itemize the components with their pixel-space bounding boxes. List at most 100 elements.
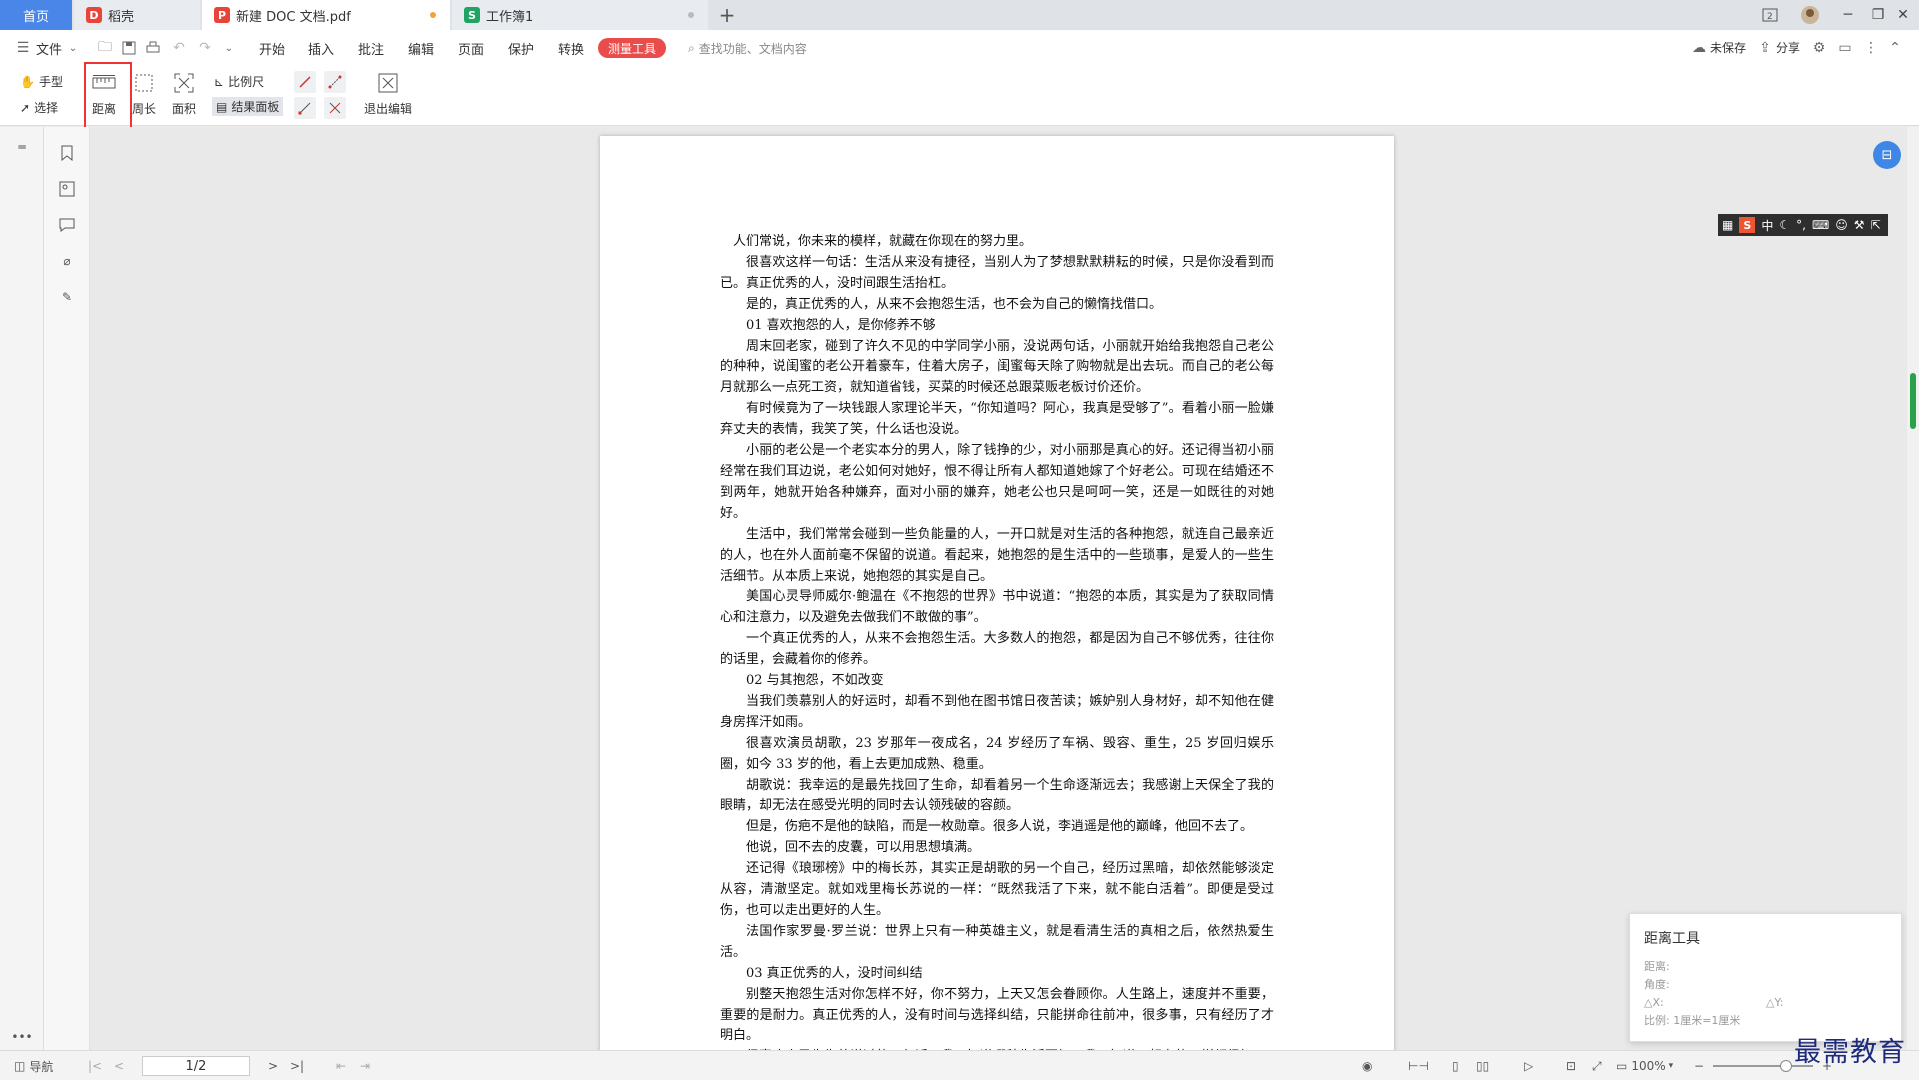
ime-grid-icon: ▦ xyxy=(1722,218,1734,232)
scrollbar-thumb[interactable] xyxy=(1910,373,1916,429)
line-tool-4[interactable] xyxy=(324,97,346,119)
thumbnail-icon[interactable] xyxy=(57,179,77,199)
doc-paragraph: 别整天抱怨生活对你怎样不好，你不努力，上天又怎会眷顾你。人生路上，速度并不重要，… xyxy=(720,986,1274,1044)
line-tool-3[interactable] xyxy=(294,97,316,119)
fit-page-icon[interactable]: ⤢ xyxy=(1592,1057,1602,1075)
sidebar-panel: ⌀ ✎ xyxy=(44,127,90,1050)
eye-icon[interactable]: ◉ xyxy=(1362,1057,1372,1075)
zoom-menu[interactable]: ▭ 100% ▾ xyxy=(1616,1057,1673,1075)
tab-pdf-document[interactable]: P 新建 DOC 文档.pdf xyxy=(202,0,450,30)
menu-page[interactable]: 页面 xyxy=(458,39,484,58)
collapse-ribbon-icon[interactable]: ⌃ xyxy=(1886,39,1904,57)
menu-insert[interactable]: 插入 xyxy=(308,39,334,58)
menu-measure-tools[interactable]: 测量工具 xyxy=(598,38,666,58)
delta-row: △X: △Y: xyxy=(1644,994,1887,1012)
chevron-down-icon[interactable]: ⌄ xyxy=(64,39,82,57)
doc-paragraph: 但是，伤疤不是他的缺陷，而是一枚勋章。很多人说，李逍遥是他的巅峰，他回不去了。 xyxy=(746,819,1254,835)
first-page-icon[interactable]: |< xyxy=(88,1057,102,1075)
menu-edit[interactable]: 编辑 xyxy=(408,39,434,58)
actual-size-icon[interactable]: ⊡ xyxy=(1566,1057,1576,1075)
comment-icon[interactable]: ▭ xyxy=(1836,39,1854,57)
more-chevron-icon[interactable]: ⌄ xyxy=(220,39,238,57)
open-folder-icon[interactable]: 🗀 xyxy=(96,39,114,57)
more-options-icon[interactable]: ••• xyxy=(11,1027,32,1047)
zoom-out-icon[interactable]: − xyxy=(1694,1057,1704,1075)
redo-icon[interactable]: ↷ xyxy=(196,39,214,57)
unsaved-status[interactable]: 未保存 xyxy=(1710,39,1746,56)
zoom-level: 100% xyxy=(1631,1059,1666,1073)
hand-tool-button[interactable]: ✋ 手型 xyxy=(20,73,63,90)
doc-paragraph: 很喜欢演员胡歌，23 岁那年一夜成名，24 岁经历了车祸、毁容、重生，25 岁回… xyxy=(720,735,1274,772)
ime-toolbar[interactable]: ▦ S 中 ☾ °, ⌨ ☺ ⚒ ⇱ xyxy=(1718,214,1888,236)
share-button[interactable]: 分享 xyxy=(1776,39,1800,56)
document-view[interactable]: 人们常说，你未来的模样，就藏在你现在的努力里。 很喜欢这样一句话：生活从来没有捷径… xyxy=(90,127,1907,1050)
tab-workbook[interactable]: S 工作簿1 xyxy=(452,0,708,30)
play-icon[interactable]: ▷ xyxy=(1524,1057,1533,1075)
search-placeholder: 查找功能、文档内容 xyxy=(698,41,807,56)
new-tab-button[interactable]: + xyxy=(716,3,738,27)
diagonal-line-icon xyxy=(294,97,316,119)
tab-status-dot-icon xyxy=(688,12,694,18)
doc-paragraph: 当我们羡慕别人的好运时，却看不到他在图书馆日夜苦读；嫉妒别人身材好，却不知他在健… xyxy=(720,693,1274,730)
close-icon[interactable]: ✕ xyxy=(1888,0,1918,30)
nav-panel-icon: ◫ xyxy=(14,1059,26,1073)
prev-page-icon[interactable]: < xyxy=(114,1057,124,1075)
avatar[interactable] xyxy=(1792,0,1828,30)
zoom-slider-knob[interactable] xyxy=(1780,1060,1792,1072)
single-page-icon[interactable]: ▯ xyxy=(1452,1057,1459,1075)
page-text: 人们常说，你未来的模样，就藏在你现在的努力里。 很喜欢这样一句话：生活从来没有捷径… xyxy=(720,232,1274,1050)
nav-label: 导航 xyxy=(29,1059,54,1074)
ime-lang[interactable]: 中 xyxy=(1761,217,1773,234)
last-page-icon[interactable]: >| xyxy=(290,1057,304,1075)
line-tool-1[interactable] xyxy=(294,71,316,93)
print-icon[interactable] xyxy=(144,39,162,57)
signature-icon[interactable]: ✎ xyxy=(57,287,77,307)
next-page-icon[interactable]: > xyxy=(268,1057,278,1075)
floating-tool-icon[interactable]: ⊟ xyxy=(1873,141,1901,169)
select-tool-label: 选择 xyxy=(34,101,59,115)
line-tool-2[interactable] xyxy=(324,71,346,93)
gear-icon[interactable]: ⚙ xyxy=(1810,39,1828,57)
forward-icon[interactable]: ⇥ xyxy=(360,1057,370,1075)
search-icon: ⌕ xyxy=(688,40,695,55)
bookmark-icon[interactable] xyxy=(57,143,77,163)
tab-home[interactable]: 首页 xyxy=(0,0,72,30)
nav-toggle[interactable]: ◫ 导航 xyxy=(14,1057,53,1075)
result-panel-label: 结果面板 xyxy=(231,100,280,114)
attachment-icon[interactable]: ⌀ xyxy=(57,251,77,271)
scale-button[interactable]: ⊾ 比例尺 xyxy=(214,73,264,90)
doc-paragraph: 人们常说，你未来的模样，就藏在你现在的努力里。 xyxy=(733,234,1033,249)
double-page-icon[interactable]: ▯▯ xyxy=(1476,1057,1489,1075)
menu-bar: ☰ 文件 ⌄ 🗀 ↶ ↷ ⌄ 开始 插入 批注 编辑 页面 保护 转换 测量工具… xyxy=(0,30,1919,66)
doc-paragraph: 周末回老家，碰到了许久不见的中学同学小丽，没说两句话，小丽就开始给我抱怨自己老公… xyxy=(720,338,1274,396)
pdf-page[interactable]: 人们常说，你未来的模样，就藏在你现在的努力里。 很喜欢这样一句话：生活从来没有捷径… xyxy=(600,136,1394,1050)
window-count-icon[interactable]: 2 xyxy=(1752,0,1788,30)
menu-start[interactable]: 开始 xyxy=(259,39,285,58)
select-tool-button[interactable]: ➚ 选择 xyxy=(20,99,58,116)
distance-tool-panel: 距离工具 距离: 角度: △X: △Y: 比例: 1厘米=1厘米 xyxy=(1629,913,1902,1042)
hamburger-menu-icon[interactable]: ☰ xyxy=(14,39,32,57)
menu-convert[interactable]: 转换 xyxy=(558,39,584,58)
menu-annotate[interactable]: 批注 xyxy=(358,39,384,58)
tab-bar: 首页 D 稻壳 P 新建 DOC 文档.pdf S 工作簿1 + 2 ─ ❐ ✕ xyxy=(0,0,1919,30)
area-tool-button[interactable]: 面积 xyxy=(166,70,202,122)
doc-paragraph: 02 与其抱怨，不如改变 xyxy=(746,673,884,689)
file-menu[interactable]: 文件 xyxy=(36,39,62,58)
tab-workbook-label: 工作簿1 xyxy=(486,9,534,25)
scale-row: 比例: 1厘米=1厘米 xyxy=(1644,1014,1741,1027)
result-panel-button[interactable]: ▤ 结果面板 xyxy=(212,97,284,116)
expand-icon: ⇱ xyxy=(1870,218,1881,232)
exit-edit-button[interactable]: 退出编辑 xyxy=(362,70,414,122)
tab-daoke[interactable]: D 稻壳 xyxy=(74,0,200,30)
menu-protect[interactable]: 保护 xyxy=(508,39,534,58)
fit-width-icon[interactable]: ⊢⊣ xyxy=(1408,1057,1429,1075)
save-icon[interactable] xyxy=(120,39,138,57)
comment-list-icon[interactable] xyxy=(57,215,77,235)
back-icon[interactable]: ⇤ xyxy=(336,1057,346,1075)
vertical-scrollbar[interactable] xyxy=(1907,127,1919,1050)
search-input[interactable]: ⌕ 查找功能、文档内容 xyxy=(688,38,848,58)
more-icon[interactable]: ⋮ xyxy=(1862,39,1880,57)
undo-icon[interactable]: ↶ xyxy=(170,39,188,57)
drag-handle-icon[interactable]: ═ xyxy=(12,137,32,157)
page-number-input[interactable]: 1/2 xyxy=(142,1056,250,1076)
